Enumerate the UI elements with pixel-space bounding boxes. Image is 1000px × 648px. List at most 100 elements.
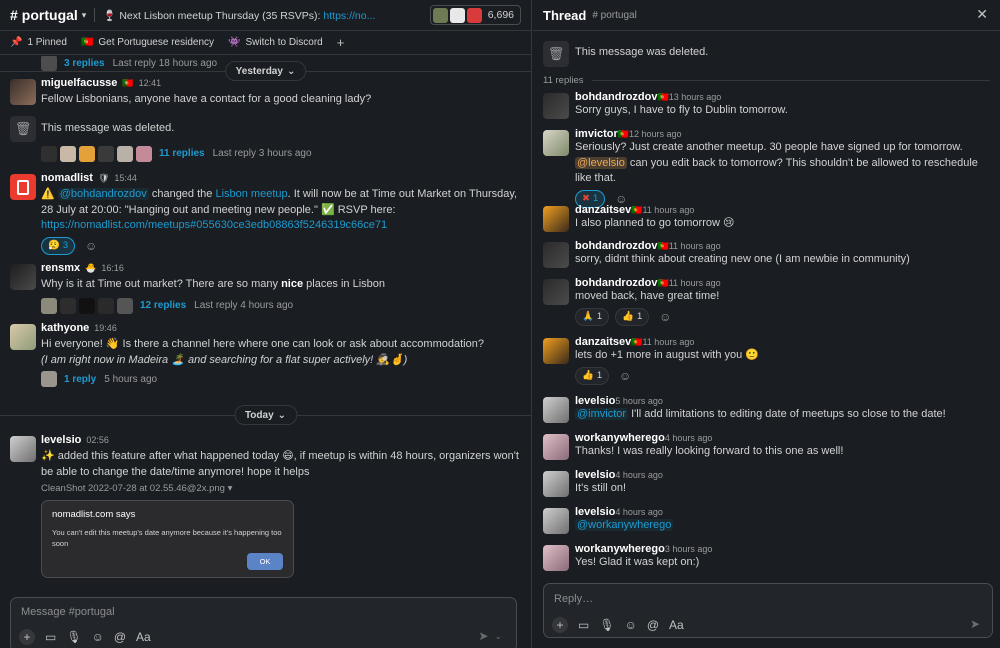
avatar[interactable] xyxy=(543,338,569,364)
format-text-button[interactable]: Aa xyxy=(669,618,684,632)
avatar[interactable] xyxy=(543,471,569,497)
username[interactable]: levelsio xyxy=(575,469,615,481)
timestamp[interactable]: 4 hours ago xyxy=(615,470,663,480)
username[interactable]: danzaitsev xyxy=(575,336,631,348)
microphone-icon[interactable]: 🎙 xyxy=(599,618,614,632)
username[interactable]: imvictor xyxy=(575,128,618,140)
username[interactable]: bohdandrozdov xyxy=(575,91,658,103)
timestamp[interactable]: 11 hours ago xyxy=(669,241,721,251)
add-reaction-icon[interactable]: ☺ xyxy=(81,237,101,255)
reaction[interactable]: 👍 1 xyxy=(575,366,610,385)
username[interactable]: bohdandrozdov xyxy=(575,240,658,252)
user-mention[interactable]: @workanywherego xyxy=(575,519,674,531)
username[interactable]: workanywherego xyxy=(575,543,665,555)
mention-icon[interactable]: @ xyxy=(114,630,126,644)
reply-input[interactable]: Reply… xyxy=(554,593,593,605)
timestamp[interactable]: 12:41 xyxy=(139,78,162,88)
timestamp[interactable]: 4 hours ago xyxy=(615,507,663,517)
thumbs-up-icon: 👍 xyxy=(582,370,594,381)
reply-count-link[interactable]: 11 replies xyxy=(159,148,205,159)
timestamp[interactable]: 02:56 xyxy=(86,435,109,445)
reaction[interactable]: 👍 1 xyxy=(615,307,650,326)
thread-channel[interactable]: # portugal xyxy=(592,10,636,21)
username[interactable]: levelsio xyxy=(41,434,81,446)
avatar[interactable] xyxy=(543,545,569,571)
timestamp[interactable]: 15:44 xyxy=(114,173,137,183)
username[interactable]: nomadlist xyxy=(41,172,93,184)
avatar[interactable] xyxy=(543,508,569,534)
video-icon[interactable]: ▭ xyxy=(578,618,589,632)
avatar[interactable] xyxy=(543,93,569,119)
message-feed[interactable]: 3 replies Last reply 18 hours ago Yester… xyxy=(0,56,531,596)
user-mention[interactable]: @levelsio xyxy=(575,156,627,169)
timestamp[interactable]: 12 hours ago xyxy=(629,129,682,139)
avatar[interactable] xyxy=(543,397,569,423)
message-composer[interactable]: Message #portugal + ▭ 🎙 ☺ @ Aa ➤ ⌄ xyxy=(10,597,517,648)
timestamp[interactable]: 11 hours ago xyxy=(642,337,694,347)
add-reaction-icon[interactable]: ☺ xyxy=(655,308,675,326)
avatar[interactable] xyxy=(543,206,569,232)
avatar[interactable] xyxy=(10,174,36,200)
reaction[interactable]: 😮‍💨 3 xyxy=(41,236,76,255)
rsvp-link[interactable]: https://nomadlist.com/meetups#055630ce3e… xyxy=(41,219,387,231)
date-jump-button[interactable]: Today ⌄ xyxy=(233,405,298,425)
emoji-icon[interactable]: ☺ xyxy=(625,618,637,632)
mention-icon[interactable]: @ xyxy=(647,618,659,632)
bookmark-residency[interactable]: 🇵🇹 Get Portuguese residency xyxy=(81,37,214,48)
avatar[interactable] xyxy=(543,242,569,268)
close-icon[interactable]: ✕ xyxy=(976,6,988,23)
attachment-name[interactable]: CleanShot 2022-07-28 at 02.55.46@2x.png … xyxy=(41,483,519,494)
members-button[interactable]: 6,696 xyxy=(429,5,521,25)
avatar[interactable] xyxy=(10,436,36,462)
timestamp[interactable]: 3 hours ago xyxy=(665,544,713,554)
avatar[interactable] xyxy=(543,434,569,460)
avatar[interactable] xyxy=(543,279,569,305)
username[interactable]: kathyone xyxy=(41,322,89,334)
user-mention[interactable]: @imvictor xyxy=(575,408,629,420)
avatar[interactable] xyxy=(10,79,36,105)
timestamp[interactable]: 11 hours ago xyxy=(669,278,721,288)
timestamp[interactable]: 11 hours ago xyxy=(642,205,694,215)
topic-link[interactable]: https://no... xyxy=(323,10,375,22)
username[interactable]: workanywherego xyxy=(575,432,665,444)
video-icon[interactable]: ▭ xyxy=(45,630,56,644)
bookmark-pinned[interactable]: 📌 1 Pinned xyxy=(10,37,67,48)
username[interactable]: levelsio xyxy=(575,395,615,407)
add-reaction-icon[interactable]: ☺ xyxy=(615,367,635,385)
username[interactable]: danzaitsev xyxy=(575,204,631,216)
format-text-button[interactable]: Aa xyxy=(136,630,151,644)
message-input[interactable]: Message #portugal xyxy=(21,606,115,618)
username[interactable]: miguelfacusse xyxy=(41,77,117,89)
bookmark-discord[interactable]: 👾 Switch to Discord xyxy=(228,37,323,48)
timestamp[interactable]: 13 hours ago xyxy=(669,92,722,102)
send-icon[interactable]: ➤ xyxy=(970,617,980,631)
username[interactable]: levelsio xyxy=(575,506,615,518)
username[interactable]: bohdandrozdov xyxy=(575,277,658,289)
attach-plus-icon[interactable]: + xyxy=(19,629,35,645)
avatar[interactable] xyxy=(543,130,569,156)
avatar[interactable] xyxy=(10,264,36,290)
microphone-icon[interactable]: 🎙 xyxy=(66,630,81,644)
avatar[interactable] xyxy=(10,324,36,350)
username[interactable]: rensmx xyxy=(41,262,80,274)
send-icon[interactable]: ➤ xyxy=(478,629,488,643)
screenshot-attachment[interactable]: nomadlist.com says You can't edit this m… xyxy=(41,500,294,578)
channel-name-button[interactable]: # portugal ▾ xyxy=(10,7,86,23)
thread-replies[interactable]: 1 reply 5 hours ago xyxy=(41,370,519,388)
emoji-icon[interactable]: ☺ xyxy=(92,630,104,644)
timestamp[interactable]: 4 hours ago xyxy=(665,433,713,443)
reply-count-link[interactable]: 1 reply xyxy=(64,374,96,385)
thread-replies[interactable]: 12 replies Last reply 4 hours ago xyxy=(41,297,519,315)
attach-plus-icon[interactable]: + xyxy=(552,617,568,633)
user-mention[interactable]: @bohdandrozdov xyxy=(57,188,149,200)
thread-replies[interactable]: 11 replies Last reply 3 hours ago xyxy=(41,145,519,163)
reply-count-link[interactable]: 12 replies xyxy=(140,300,186,311)
reaction[interactable]: 🙏 1 xyxy=(575,307,610,326)
thread-reply-composer[interactable]: Reply… + ▭ 🎙 ☺ @ Aa ➤ xyxy=(543,583,993,638)
timestamp[interactable]: 19:46 xyxy=(94,323,117,333)
meetup-link[interactable]: Lisbon meetup xyxy=(215,188,287,200)
add-bookmark-button[interactable]: + xyxy=(337,35,345,50)
timestamp[interactable]: 5 hours ago xyxy=(615,396,663,406)
chevron-down-icon[interactable]: ⌄ xyxy=(494,631,502,642)
timestamp[interactable]: 16:16 xyxy=(101,263,124,273)
